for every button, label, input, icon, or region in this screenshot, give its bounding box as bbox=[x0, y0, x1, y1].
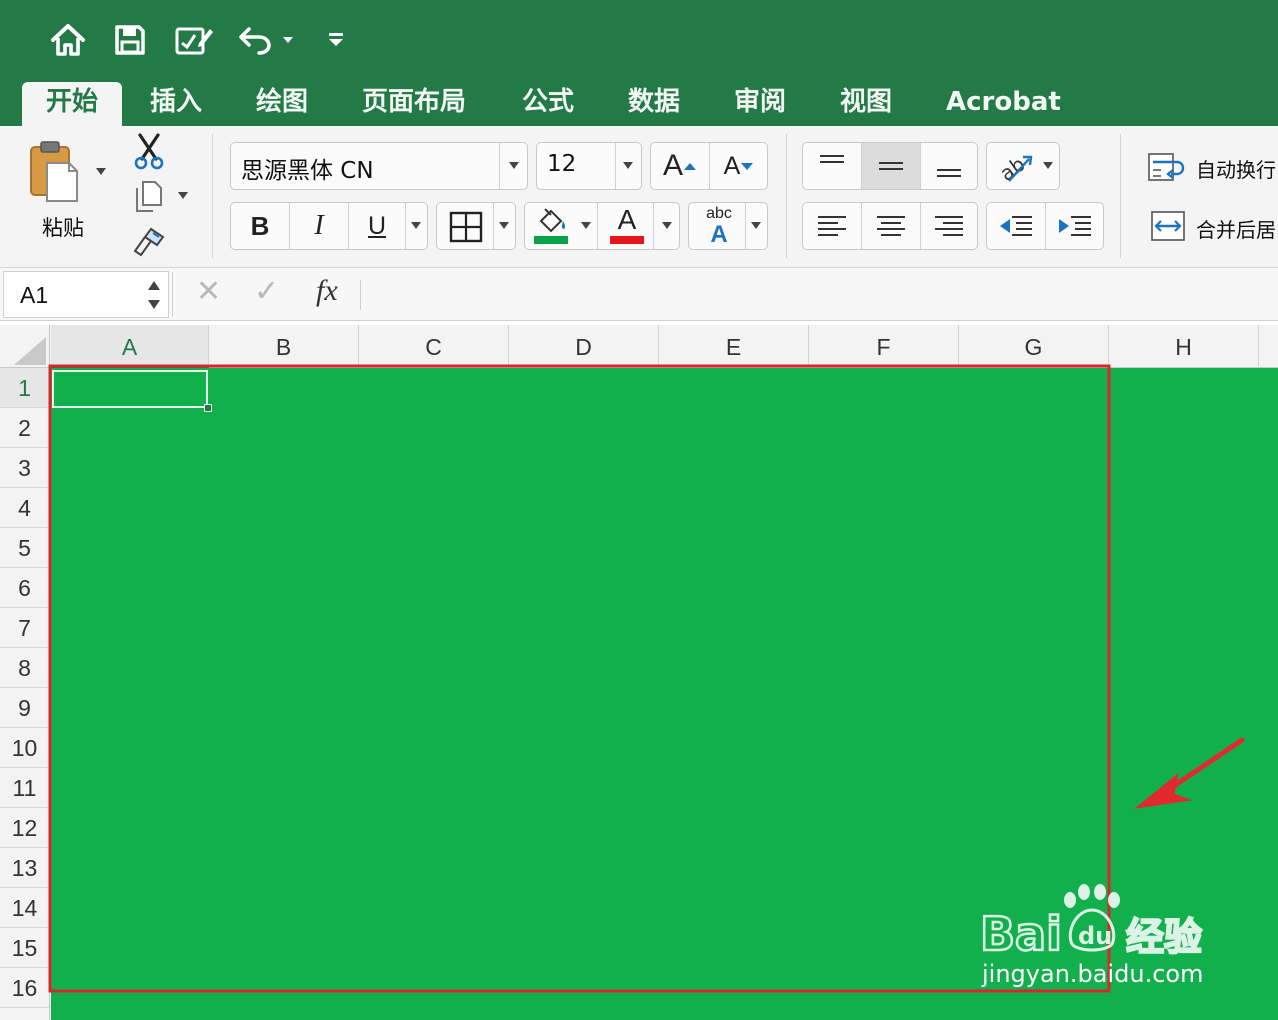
annotation-overlay: Bai du 经验 bbox=[48, 364, 1245, 993]
svg-text:du: du bbox=[1078, 922, 1112, 950]
baidu-logo-watermark: Bai du 经验 bbox=[979, 884, 1203, 962]
annotation-arrow bbox=[1134, 737, 1245, 809]
highlight-box bbox=[48, 364, 1111, 993]
svg-text:经验: 经验 bbox=[1126, 915, 1202, 959]
svg-text:Bai: Bai bbox=[980, 907, 1062, 961]
watermark-url: jingyan.baidu.com bbox=[982, 960, 1204, 988]
